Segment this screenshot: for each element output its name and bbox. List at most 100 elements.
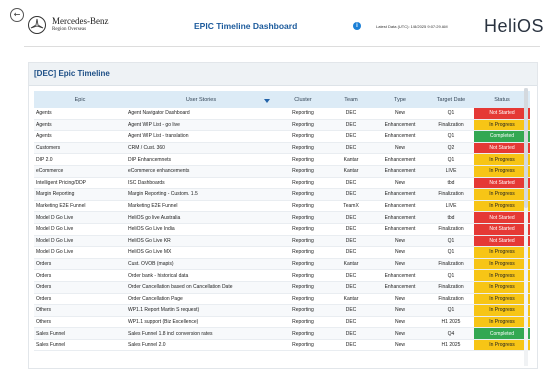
column-header-epic[interactable]: Epic bbox=[34, 91, 126, 108]
page-title: EPIC Timeline Dashboard bbox=[194, 21, 298, 31]
table-row[interactable]: Orders Order Cancellation Page Reporting Ka… bbox=[34, 293, 530, 306]
cell-user-story: Order bank - historical data bbox=[126, 269, 276, 282]
cell-team: TeamX bbox=[330, 200, 372, 213]
cell-cluster: Reporting bbox=[276, 327, 330, 340]
cell-epic: Sales Funnel bbox=[34, 327, 126, 340]
table-row[interactable]: Sales Funnel Sales Funnel 2.0 Reporting DEC… bbox=[34, 339, 530, 352]
cell-user-story: Order Cancellation based on Cancellation… bbox=[126, 281, 276, 294]
cell-user-story: Sales Funnel 1.8 incl conversion rates bbox=[126, 327, 276, 340]
cell-epic: Agents bbox=[34, 130, 126, 143]
table-row[interactable]: Model D Go Live HeliOS Go Live KR Reportin… bbox=[34, 235, 530, 248]
cell-user-story: Cust. OVOB (mapis) bbox=[126, 258, 276, 271]
cell-cluster: Reporting bbox=[276, 119, 330, 132]
cell-cluster: Reporting bbox=[276, 142, 330, 155]
column-header-cluster[interactable]: Cluster bbox=[276, 91, 330, 108]
cell-cluster: Reporting bbox=[276, 293, 330, 306]
table-header-row: Epic User Stories Cluster Team Type Targ… bbox=[34, 91, 530, 108]
cell-cluster: Reporting bbox=[276, 130, 330, 143]
table-row[interactable]: Others WP1.1 support (Biz Excellence) Repo… bbox=[34, 316, 530, 329]
table-row[interactable]: Orders Order bank - historical data Report… bbox=[34, 269, 530, 282]
cell-target-date: Finalization bbox=[428, 281, 474, 294]
table-row[interactable]: Intelligent Pricing/DDP ISC Dashboards Rep… bbox=[34, 177, 530, 190]
cell-type: Enhancement bbox=[372, 200, 428, 213]
table-row[interactable]: Orders Order Cancellation based on Cancel… bbox=[34, 281, 530, 294]
cell-epic: Customers bbox=[34, 142, 126, 155]
cell-cluster: Reporting bbox=[276, 246, 330, 259]
cell-team: Kantar bbox=[330, 258, 372, 271]
cell-status: In Progress bbox=[474, 153, 530, 166]
table-row[interactable]: Sales Funnel Sales Funnel 1.8 incl conver… bbox=[34, 327, 530, 340]
cell-type: New bbox=[372, 177, 428, 190]
cell-type: Enhancement bbox=[372, 130, 428, 143]
table-row[interactable]: eCommerce eCommerce enhancements Reporting… bbox=[34, 165, 530, 178]
cell-cluster: Reporting bbox=[276, 177, 330, 190]
epic-table: Epic User Stories Cluster Team Type Targ… bbox=[34, 91, 530, 352]
cell-target-date: LIVE bbox=[428, 165, 474, 178]
cell-user-story: Agent Navigator Dashboard bbox=[126, 108, 276, 120]
cell-target-date: tbd bbox=[428, 177, 474, 190]
cell-epic: Orders bbox=[34, 269, 126, 282]
cell-epic: Model D Go Live bbox=[34, 246, 126, 259]
cell-status: In Progress bbox=[474, 269, 530, 282]
cell-target-date: Q4 bbox=[428, 327, 474, 340]
cell-type: Enhancement bbox=[372, 223, 428, 236]
cell-user-story: HeliOS Go Live KR bbox=[126, 235, 276, 248]
back-arrow-icon[interactable]: ← bbox=[10, 8, 24, 22]
cell-user-story: HeliOS Go Live India bbox=[126, 223, 276, 236]
cell-type: New bbox=[372, 108, 428, 120]
mercedes-star-icon bbox=[28, 16, 46, 34]
brand-region: Region Overseas bbox=[52, 27, 87, 32]
column-header-type[interactable]: Type bbox=[372, 91, 428, 108]
cell-type: New bbox=[372, 258, 428, 271]
scrollbar-thumb[interactable] bbox=[524, 88, 528, 208]
cell-epic: Others bbox=[34, 304, 126, 317]
cell-target-date: Q1 bbox=[428, 130, 474, 143]
cell-cluster: Reporting bbox=[276, 108, 330, 120]
table-row[interactable]: Orders Cust. OVOB (mapis) Reporting Kantar N… bbox=[34, 258, 530, 271]
cell-team: DEC bbox=[330, 130, 372, 143]
cell-user-story: WP1.1 support (Biz Excellence) bbox=[126, 316, 276, 329]
column-header-user-stories[interactable]: User Stories bbox=[126, 91, 276, 108]
cell-cluster: Reporting bbox=[276, 153, 330, 166]
cell-status: In Progress bbox=[474, 281, 530, 294]
table-row[interactable]: Others WP1.1 Report Martin S request) Repo… bbox=[34, 304, 530, 317]
table-row[interactable]: Customers CRM / Cust. 360 Reporting DEC New Q… bbox=[34, 142, 530, 155]
cell-status: Not Started bbox=[474, 108, 530, 120]
cell-team: Kantar bbox=[330, 153, 372, 166]
cell-status: In Progress bbox=[474, 258, 530, 271]
table-row[interactable]: Model D Go Live HeliOS Go Live MX Reportin… bbox=[34, 246, 530, 259]
cell-team: DEC bbox=[330, 269, 372, 282]
cell-epic: Model D Go Live bbox=[34, 235, 126, 248]
cell-user-story: HeliOS go live Australia bbox=[126, 211, 276, 224]
cell-user-story: DIP Enhancemnets bbox=[126, 153, 276, 166]
cell-user-story: Marketing E2E Funnel bbox=[126, 200, 276, 213]
cell-user-story: Margin Reporting - Custom. 1.5 bbox=[126, 188, 276, 201]
cell-status: Not Started bbox=[474, 235, 530, 248]
cell-team: Kantar bbox=[330, 165, 372, 178]
table-row[interactable]: DIP 2.0 DIP Enhancemnets Reporting Kantar En… bbox=[34, 153, 530, 166]
cell-target-date: Q1 bbox=[428, 153, 474, 166]
table-row[interactable]: Agents Agent WIP List - translation Report… bbox=[34, 130, 530, 143]
sort-desc-icon[interactable] bbox=[264, 99, 270, 103]
cell-user-story: HeliOS Go Live MX bbox=[126, 246, 276, 259]
table-row[interactable]: Model D Go Live HeliOS go live Australia R… bbox=[34, 211, 530, 224]
info-icon[interactable]: i bbox=[353, 22, 361, 30]
table-row[interactable]: Model D Go Live HeliOS Go Live India Repor… bbox=[34, 223, 530, 236]
table-scrollbar[interactable] bbox=[524, 88, 528, 366]
cell-target-date: LIVE bbox=[428, 200, 474, 213]
cell-cluster: Reporting bbox=[276, 165, 330, 178]
column-header-status[interactable]: Status bbox=[474, 91, 530, 108]
table-row[interactable]: Agents Agent WIP List - go live Reporting D… bbox=[34, 119, 530, 132]
column-header-target-date[interactable]: Target Date bbox=[428, 91, 474, 108]
cell-status: In Progress bbox=[474, 119, 530, 132]
cell-user-story: ISC Dashboards bbox=[126, 177, 276, 190]
cell-type: New bbox=[372, 339, 428, 352]
column-header-team[interactable]: Team bbox=[330, 91, 372, 108]
cell-team: DEC bbox=[330, 235, 372, 248]
cell-cluster: Reporting bbox=[276, 281, 330, 294]
table-row[interactable]: Margin Reporting Margin Reporting - Custo… bbox=[34, 188, 530, 201]
table-row[interactable]: Marketing E2E Funnel Marketing E2E Funnel… bbox=[34, 200, 530, 213]
epic-timeline-panel: [DEC] Epic Timeline Epic User Stories Cl… bbox=[28, 62, 538, 369]
table-row[interactable]: Agents Agent Navigator Dashboard Reporting… bbox=[34, 108, 530, 120]
cell-epic: Orders bbox=[34, 281, 126, 294]
